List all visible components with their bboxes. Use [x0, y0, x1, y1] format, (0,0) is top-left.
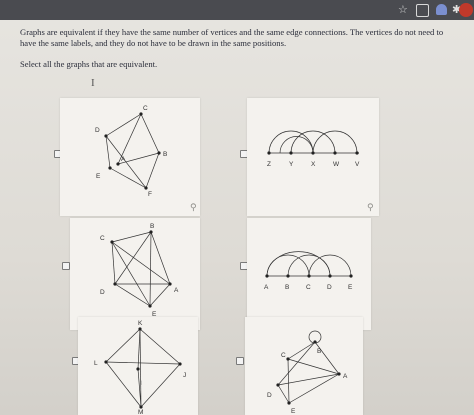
- vertex-label: D: [95, 127, 100, 134]
- question-page: Graphs are equivalent if they have the s…: [0, 20, 474, 415]
- graph-1-svg: C D A B E F: [95, 105, 167, 198]
- graph-3-svg: C B A D E: [100, 223, 179, 318]
- vertex-label: B: [150, 223, 154, 230]
- vertex-label: C: [306, 284, 311, 291]
- select-instruction: Select all the graphs that are equivalen…: [20, 59, 158, 69]
- vertex-label: F: [148, 191, 152, 198]
- vertex-label: C: [143, 105, 148, 112]
- vertex-label: W: [333, 161, 340, 168]
- question-text: Graphs are equivalent if they have the s…: [20, 27, 444, 48]
- option-checkbox-graph-6[interactable]: [236, 357, 244, 365]
- star-icon[interactable]: ☆: [398, 2, 408, 17]
- vertex-label: E: [96, 173, 101, 180]
- vertex-label: B: [163, 151, 167, 158]
- vertex-label: D: [267, 392, 272, 399]
- option-checkbox-graph-3[interactable]: [62, 262, 70, 270]
- vertex-label: V: [355, 161, 360, 168]
- vertex-label: Z: [267, 161, 271, 168]
- graph-5-svg: K L I J M: [94, 320, 186, 415]
- vertex-label: I: [140, 380, 142, 387]
- vertex-label: D: [327, 284, 332, 291]
- graph-2-panel[interactable]: Z Y X W V ⚲: [247, 98, 379, 216]
- vertex-label: L: [94, 360, 98, 367]
- vertex-label: C: [281, 352, 286, 359]
- graph-2-svg: Z Y X W V: [267, 130, 360, 168]
- graph-1-panel[interactable]: C D A B E F ⚲: [60, 98, 200, 216]
- vertex-label: A: [121, 156, 126, 163]
- ghost-extension-icon[interactable]: [436, 4, 447, 15]
- vertex-label: J: [183, 372, 186, 379]
- graph-5-panel[interactable]: K L I J M: [78, 317, 198, 415]
- vertex-label: B: [285, 284, 289, 291]
- graph-4-panel[interactable]: A B C D E: [247, 218, 371, 330]
- vertex-label: M: [138, 409, 143, 415]
- vertex-label: X: [311, 161, 316, 168]
- vertex-label: C: [100, 235, 105, 242]
- browser-toolbar: ☆ ✱: [0, 0, 474, 20]
- profile-avatar[interactable]: [459, 3, 473, 17]
- vertex-label: E: [348, 284, 353, 291]
- vertex-label: A: [343, 373, 348, 380]
- vertex-label: D: [100, 289, 105, 296]
- vertex-label: K: [138, 320, 143, 327]
- zoom-icon[interactable]: ⚲: [190, 203, 197, 213]
- vertex-label: A: [174, 287, 179, 294]
- vertex-label: E: [291, 408, 296, 415]
- vertex-label: B: [317, 348, 321, 355]
- graph-4-svg: A B C D E: [264, 251, 353, 291]
- graph-6-svg: B C A D E: [267, 330, 348, 415]
- zoom-icon[interactable]: ⚲: [367, 203, 374, 213]
- text-cursor-icon: I: [91, 77, 95, 89]
- vertex-label: Y: [289, 161, 294, 168]
- graph-3-panel[interactable]: C B A D E: [70, 218, 200, 330]
- graph-6-panel[interactable]: B C A D E: [245, 317, 363, 415]
- vertex-label: A: [264, 284, 269, 291]
- extension-icon[interactable]: [416, 4, 429, 17]
